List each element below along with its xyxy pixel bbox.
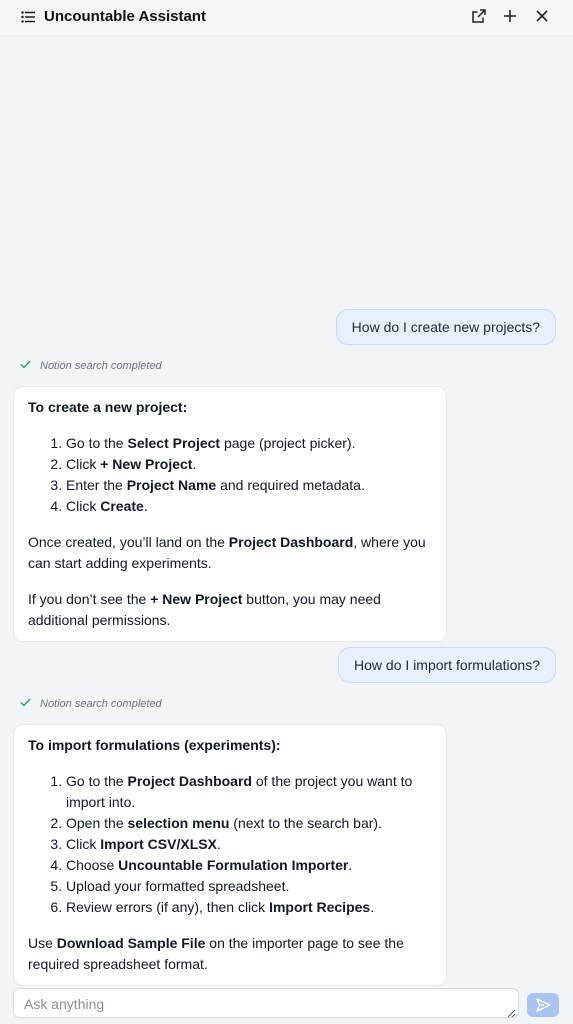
header-bar: Uncountable Assistant: [0, 0, 573, 37]
list-item: Click Import CSV/XLSX.: [66, 834, 432, 855]
list-icon[interactable]: [21, 10, 35, 23]
steps-list: Go to the Project Dashboard of the proje…: [28, 771, 432, 918]
list-item: Choose Uncountable Formulation Importer.: [66, 855, 432, 876]
tool-status-text: Notion search completed: [40, 360, 162, 372]
steps-list: Go to the Select Project page (project p…: [28, 433, 432, 517]
list-item: Click Create.: [66, 496, 432, 517]
plus-icon[interactable]: [502, 8, 520, 26]
answer-paragraph: If you don’t see the + New Project butto…: [28, 591, 381, 628]
assistant-message: To create a new project: Go to the Selec…: [13, 386, 447, 642]
check-icon: [20, 358, 32, 374]
list-item: Review errors (if any), then click Impor…: [66, 897, 432, 918]
user-message-text: How do I create new projects?: [351, 319, 540, 335]
tool-status: Notion search completed: [20, 696, 162, 712]
answer-heading: To create a new project:: [28, 399, 188, 415]
list-item: Go to the Project Dashboard of the proje…: [66, 771, 432, 813]
list-item: Go to the Select Project page (project p…: [66, 433, 432, 454]
user-message: How do I create new projects?: [335, 309, 556, 345]
list-item: Enter the Project Name and required meta…: [66, 475, 432, 496]
send-button[interactable]: [527, 993, 559, 1017]
user-message-text: How do I import formulations?: [354, 657, 540, 673]
tool-status: Notion search completed: [20, 358, 162, 374]
message-composer: [13, 988, 519, 1018]
chat-thread: How do I create new projects? Notion sea…: [0, 38, 573, 986]
close-icon[interactable]: [534, 8, 552, 26]
answer-heading: To import formulations (experiments):: [28, 737, 281, 753]
external-link-icon[interactable]: [471, 8, 489, 26]
assistant-message: To import formulations (experiments): Go…: [13, 724, 447, 986]
answer-paragraph: Use Download Sample File on the importer…: [28, 935, 404, 972]
tool-status-text: Notion search completed: [40, 698, 162, 710]
list-item: Click + New Project.: [66, 454, 432, 475]
resize-handle-icon[interactable]: [506, 1005, 516, 1018]
list-item: Upload your formatted spreadsheet.: [66, 876, 432, 897]
message-input[interactable]: [22, 993, 506, 1015]
app-title: Uncountable Assistant: [44, 8, 206, 25]
list-item: Open the selection menu (next to the sea…: [66, 813, 432, 834]
user-message: How do I import formulations?: [338, 647, 556, 683]
answer-paragraph: Once created, you’ll land on the Project…: [28, 534, 426, 571]
check-icon: [20, 696, 32, 712]
